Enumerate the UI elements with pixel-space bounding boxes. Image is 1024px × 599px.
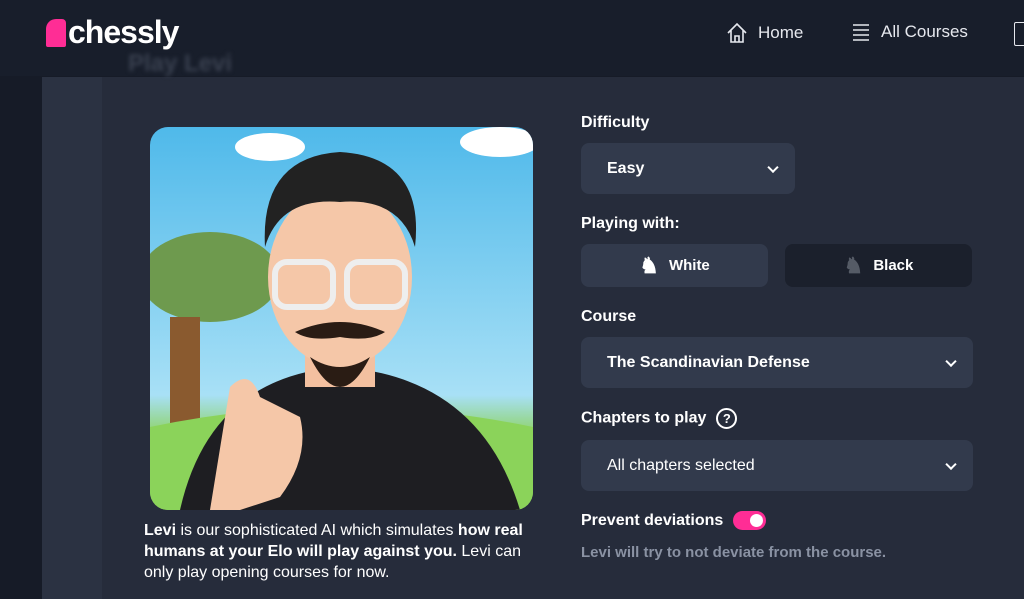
chessly-logo[interactable]: chessly	[46, 14, 179, 51]
difficulty-select[interactable]: Easy	[581, 143, 795, 194]
page-title-blurred: Play Levi	[128, 50, 233, 77]
help-icon[interactable]: ?	[716, 408, 738, 429]
side-strip	[42, 77, 102, 599]
logo-text: chessly	[68, 14, 179, 50]
home-icon	[727, 22, 747, 43]
clipboard-icon[interactable]	[1014, 22, 1024, 46]
levi-avatar	[150, 127, 533, 510]
chapters-select[interactable]: All chapters selected	[581, 440, 973, 491]
chapters-value: All chapters selected	[607, 456, 755, 474]
black-label: Black	[873, 257, 914, 274]
chapters-label: Chapters to play	[581, 409, 707, 427]
desc-mid: is our sophisticated AI which simulates	[176, 522, 458, 539]
levi-name: Levi	[144, 522, 177, 539]
nav-home[interactable]: Home	[726, 22, 803, 44]
nav-home-label: Home	[758, 23, 804, 42]
difficulty-label: Difficulty	[581, 114, 650, 131]
white-button[interactable]: ♞ White	[581, 244, 768, 287]
black-knight-icon: ♞	[843, 252, 864, 278]
prevent-deviations-label: Prevent deviations	[581, 512, 724, 529]
difficulty-value: Easy	[607, 159, 645, 177]
prevent-deviations-hint: Levi will try to not deviate from the co…	[581, 544, 887, 561]
levi-description: Levi is our sophisticated AI which simul…	[144, 520, 544, 583]
prevent-deviations-toggle[interactable]	[733, 511, 766, 530]
course-label: Course	[581, 308, 637, 325]
playing-with-label: Playing with:	[581, 215, 680, 232]
nav-all-courses[interactable]: All Courses	[851, 22, 968, 42]
list-icon	[853, 24, 869, 41]
chevron-down-icon	[767, 161, 779, 173]
chevron-down-icon	[945, 355, 957, 367]
white-knight-icon: ♞	[639, 252, 659, 278]
knight-logo-icon	[46, 18, 66, 47]
course-value: The Scandinavian Defense	[607, 353, 810, 371]
chevron-down-icon	[945, 458, 957, 470]
course-select[interactable]: The Scandinavian Defense	[581, 337, 973, 388]
nav-all-courses-label: All Courses	[881, 22, 968, 41]
chapters-label-row: Chapters to play?	[581, 408, 738, 429]
white-label: White	[668, 257, 710, 274]
black-button[interactable]: ♞ Black	[785, 244, 972, 287]
toggle-knob	[750, 514, 763, 527]
